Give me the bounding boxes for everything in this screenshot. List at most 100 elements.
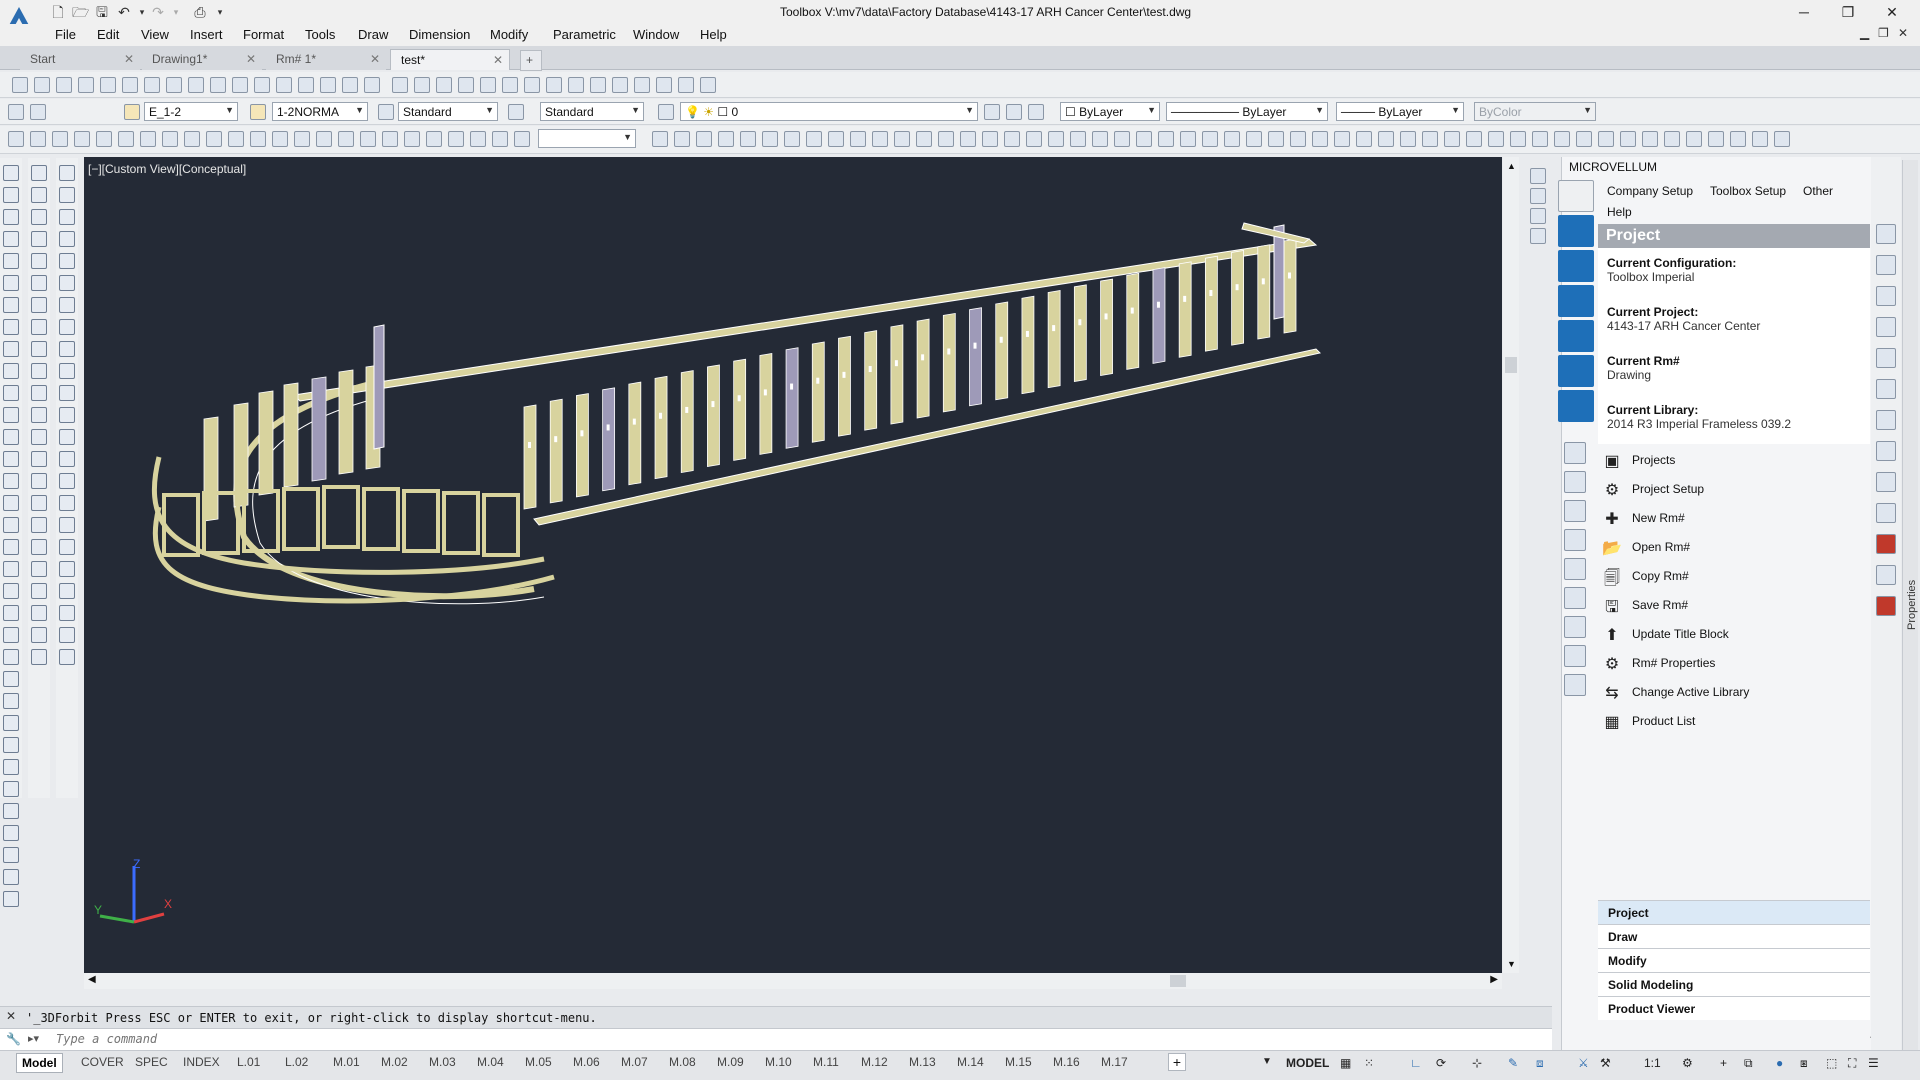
tab-close-icon[interactable]: ✕ — [493, 53, 503, 67]
modeling-tool-icon[interactable] — [1488, 131, 1504, 147]
modeling-tool-icon[interactable] — [96, 131, 112, 147]
modeling-tool-icon[interactable] — [1378, 131, 1394, 147]
add-layout-button[interactable]: + — [1168, 1053, 1186, 1071]
modeling-tool-icon[interactable] — [1246, 131, 1262, 147]
modify-tool-icon[interactable] — [59, 451, 75, 467]
modeling-tool-icon[interactable] — [1554, 131, 1570, 147]
modeling-tool-icon[interactable] — [1400, 131, 1416, 147]
modify-tool-icon[interactable] — [59, 385, 75, 401]
modeling-tool-icon[interactable] — [1642, 131, 1658, 147]
tab-drawing1[interactable]: Drawing1* ✕ — [142, 49, 262, 70]
layout-tab-m09[interactable]: M.09 — [712, 1053, 749, 1073]
modify-tool-icon[interactable] — [59, 539, 75, 555]
modify-tool-icon[interactable] — [59, 341, 75, 357]
modeling-tool-icon[interactable] — [426, 131, 442, 147]
modeling-tool-icon[interactable] — [982, 131, 998, 147]
standard-tool-icon[interactable] — [166, 77, 182, 93]
modeling-tool-icon[interactable] — [1180, 131, 1196, 147]
layer-state-icon[interactable] — [30, 104, 46, 120]
minimize-button[interactable]: ─ — [1784, 2, 1824, 22]
draw-tool-icon[interactable] — [3, 627, 19, 643]
dimension-tool-icon[interactable] — [31, 583, 47, 599]
open-file-icon[interactable]: 🗁 — [72, 4, 89, 20]
modify-tool-icon[interactable] — [59, 517, 75, 533]
standard-tool-icon[interactable] — [254, 77, 270, 93]
draw-tool-icon[interactable] — [3, 429, 19, 445]
modeling-tool-icon[interactable] — [228, 131, 244, 147]
standard-tool-icon[interactable] — [188, 77, 204, 93]
microvellum-tool-icon[interactable] — [1876, 224, 1896, 244]
draw-tool-icon[interactable] — [3, 781, 19, 797]
modeling-tool-icon[interactable] — [762, 131, 778, 147]
draw-tool-icon[interactable] — [3, 187, 19, 203]
menu-other[interactable]: Other — [1803, 184, 1833, 198]
menu-parametric[interactable]: Parametric — [553, 27, 616, 42]
modeling-tool-icon[interactable] — [1730, 131, 1746, 147]
text-style-icon[interactable] — [124, 104, 140, 120]
draw-tool-icon[interactable] — [3, 319, 19, 335]
modeling-tool-icon[interactable] — [1598, 131, 1614, 147]
modeling-tool-icon[interactable] — [1202, 131, 1218, 147]
standard-tool-icon[interactable] — [342, 77, 358, 93]
panel-tab-product-viewer[interactable]: Product Viewer — [1598, 996, 1870, 1020]
modify-tool-icon[interactable] — [59, 363, 75, 379]
properties-palette-tab[interactable]: Properties — [1906, 580, 1918, 630]
modify-tool-icon[interactable] — [59, 165, 75, 181]
standard-tool-icon[interactable] — [78, 77, 94, 93]
menu-window[interactable]: Window — [633, 27, 679, 42]
restore-button[interactable]: ❐ — [1828, 2, 1868, 22]
standard-tool-icon[interactable] — [100, 77, 116, 93]
layout-tab-index[interactable]: INDEX — [178, 1053, 225, 1073]
close-button[interactable]: ✕ — [1872, 2, 1912, 22]
add-sheet-icon[interactable] — [1564, 587, 1586, 609]
modeling-tool-icon[interactable] — [828, 131, 844, 147]
modeling-tool-icon[interactable] — [652, 131, 668, 147]
modeling-tool-icon[interactable] — [470, 131, 486, 147]
draw-tool-icon[interactable] — [3, 869, 19, 885]
microvellum-tool-icon[interactable] — [1876, 286, 1896, 306]
dimension-tool-icon[interactable] — [31, 561, 47, 577]
modeling-tool-icon[interactable] — [1136, 131, 1152, 147]
draw-tool-icon[interactable] — [3, 825, 19, 841]
panel-tab-solid-modeling[interactable]: Solid Modeling — [1598, 972, 1870, 996]
standard-tool-icon[interactable] — [568, 77, 584, 93]
modeling-tool-icon[interactable] — [74, 131, 90, 147]
layout-tab-m03[interactable]: M.03 — [424, 1053, 461, 1073]
layout-tab-m08[interactable]: M.08 — [664, 1053, 701, 1073]
draw-tool-icon[interactable] — [3, 715, 19, 731]
dimension-tool-icon[interactable] — [31, 539, 47, 555]
modeling-tool-icon[interactable] — [1752, 131, 1768, 147]
draw-tool-icon[interactable] — [3, 847, 19, 863]
panel-tab-project[interactable]: Project — [1598, 900, 1870, 924]
new-tab-button[interactable]: + — [520, 50, 542, 71]
fullscreen-icon[interactable]: ⛶ — [1848, 1056, 1856, 1071]
draw-tool-icon[interactable] — [3, 209, 19, 225]
sheet-icon[interactable] — [1564, 616, 1586, 638]
modify-tool-icon[interactable] — [59, 231, 75, 247]
clipboard-icon[interactable] — [1564, 442, 1586, 464]
tab-start[interactable]: Start ✕ — [20, 49, 140, 70]
modeling-tool-icon[interactable] — [1532, 131, 1548, 147]
modeling-tool-icon[interactable] — [162, 131, 178, 147]
camera-icon[interactable] — [1558, 320, 1594, 352]
print-icon[interactable] — [1564, 645, 1586, 667]
modify-tool-icon[interactable] — [59, 187, 75, 203]
standard-tool-icon[interactable] — [458, 77, 474, 93]
plus-icon[interactable]: + — [1720, 1056, 1727, 1070]
vertical-scrollbar[interactable]: ▲ ▼ — [1503, 157, 1519, 973]
modeling-tool-icon[interactable] — [514, 131, 530, 147]
clean-screen-icon[interactable]: ⬚ — [1826, 1056, 1837, 1070]
dimension-tool-icon[interactable] — [31, 297, 47, 313]
hardware-acceleration-icon[interactable]: ● — [1776, 1056, 1783, 1070]
draw-tool-icon[interactable] — [3, 671, 19, 687]
dimension-tool-icon[interactable] — [31, 341, 47, 357]
dimension-tool-icon[interactable] — [31, 605, 47, 621]
menu-toolbox-setup[interactable]: Toolbox Setup — [1710, 184, 1786, 198]
draw-tool-icon[interactable] — [3, 539, 19, 555]
draw-tool-icon[interactable] — [3, 451, 19, 467]
draw-tool-icon[interactable] — [3, 605, 19, 621]
standard-tool-icon[interactable] — [700, 77, 716, 93]
match-layer-icon[interactable] — [1006, 104, 1022, 120]
color-select[interactable]: ☐ ByLayer ▼ — [1060, 102, 1160, 121]
standard-tool-icon[interactable] — [56, 77, 72, 93]
